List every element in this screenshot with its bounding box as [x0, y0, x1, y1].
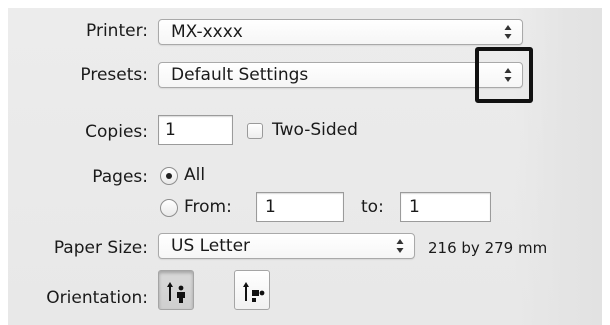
portrait-orientation-icon	[167, 282, 185, 303]
copies-label: Copies:	[85, 122, 148, 142]
landscape-orientation-button[interactable]	[234, 270, 270, 310]
copies-input[interactable]: 1	[158, 115, 233, 145]
up-down-arrows-icon	[396, 238, 404, 254]
pages-to-label: to:	[361, 197, 384, 217]
portrait-orientation-button[interactable]	[158, 270, 194, 310]
presets-label: Presets:	[80, 65, 148, 85]
pages-from-label: From:	[184, 197, 232, 217]
presets-select-value: Default Settings	[171, 65, 309, 85]
printer-select[interactable]: MX-xxxx	[158, 19, 523, 45]
printer-select-value: MX-xxxx	[171, 22, 243, 42]
pages-to-input[interactable]: 1	[400, 192, 491, 222]
two-sided-checkbox[interactable]	[247, 123, 263, 139]
two-sided-label: Two-Sided	[272, 120, 358, 140]
orientation-label: Orientation:	[46, 288, 148, 308]
pages-from-input[interactable]: 1	[256, 192, 344, 222]
landscape-orientation-icon	[243, 282, 265, 302]
pages-all-radio[interactable]	[160, 167, 178, 185]
pages-all-label: All	[184, 165, 206, 185]
paper-size-select[interactable]: US Letter	[158, 233, 415, 259]
pages-from-radio[interactable]	[160, 199, 178, 217]
presets-arrow-highlight-box	[475, 47, 533, 103]
radio-selected-dot	[166, 173, 172, 179]
paper-size-dimensions: 216 by 279 mm	[428, 239, 548, 257]
presets-select[interactable]: Default Settings	[158, 62, 523, 88]
up-down-arrows-icon	[504, 24, 512, 40]
paper-size-label: Paper Size:	[53, 238, 148, 258]
printer-label: Printer:	[86, 21, 148, 41]
paper-size-select-value: US Letter	[171, 236, 251, 256]
pages-label: Pages:	[92, 167, 148, 187]
